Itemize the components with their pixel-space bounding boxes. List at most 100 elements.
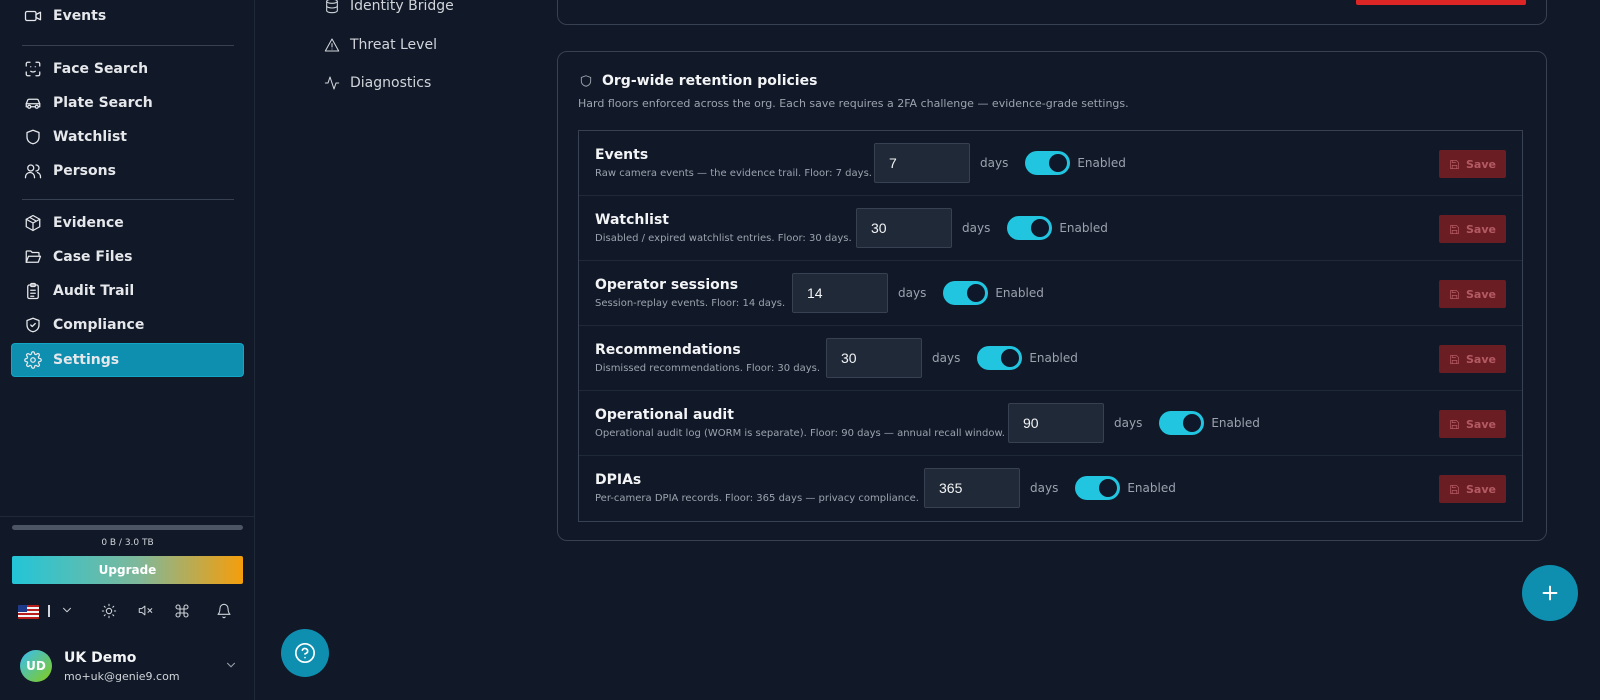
toggle-knob [1001, 349, 1020, 367]
theme-toggle[interactable] [101, 603, 117, 619]
save-button[interactable]: Save [1439, 345, 1506, 373]
subnav-item-threat-level[interactable]: Threat Level [324, 37, 437, 53]
days-label: days [932, 351, 961, 365]
nav-item-audit-trail[interactable]: Audit Trail [12, 275, 243, 307]
sun-icon [101, 603, 117, 619]
nav-item-label: Evidence [53, 215, 124, 231]
save-label: Save [1466, 222, 1496, 236]
days-label: days [1030, 481, 1059, 495]
toggle-knob [967, 284, 986, 302]
storage-progress-bar [12, 525, 243, 530]
days-label: days [980, 156, 1009, 170]
enabled-toggle[interactable] [977, 346, 1023, 370]
user-menu[interactable]: UD UK Demo mo+uk@genie9.com [20, 650, 238, 686]
save-label: Save [1466, 287, 1496, 301]
retention-days-input[interactable] [792, 273, 888, 313]
previous-settings-card [557, 0, 1547, 25]
warning-triangle-icon [324, 38, 340, 52]
nav-item-watchlist[interactable]: Watchlist [12, 121, 243, 153]
enabled-label: Enabled [1059, 221, 1108, 235]
subnav-item-diagnostics[interactable]: Diagnostics [324, 75, 431, 91]
command-palette-button[interactable] [174, 603, 190, 619]
retention-days-input[interactable] [874, 143, 970, 183]
gear-icon [24, 351, 42, 369]
save-button[interactable]: Save [1439, 280, 1506, 308]
row-name: Recommendations [595, 342, 741, 358]
danger-action-button[interactable] [1356, 0, 1526, 5]
nav-item-case-files[interactable]: Case Files [12, 241, 243, 273]
enabled-label: Enabled [1127, 481, 1176, 495]
card-title-text: Org-wide retention policies [602, 73, 818, 89]
save-button[interactable]: Save [1439, 475, 1506, 503]
row-name: Watchlist [595, 212, 669, 228]
retention-days-input[interactable] [1008, 403, 1104, 443]
toggle-knob [1049, 154, 1068, 172]
nav-item-face-search[interactable]: Face Search [12, 53, 243, 85]
card-description: Hard floors enforced across the org. Eac… [578, 97, 1129, 110]
row-description: Operational audit log (WORM is separate)… [595, 428, 1005, 439]
save-icon [1450, 289, 1459, 299]
nav-item-compliance[interactable]: Compliance [12, 309, 243, 341]
row-controls: days Enabled [1008, 403, 1260, 443]
subnav-item-identity-bridge[interactable]: Identity Bridge [324, 0, 454, 14]
car-icon [25, 98, 41, 109]
upgrade-button[interactable]: Upgrade [12, 556, 243, 584]
nav-item-persons[interactable]: Persons [12, 155, 243, 187]
days-label: days [962, 221, 991, 235]
retention-days-input[interactable] [924, 468, 1020, 508]
notifications-button[interactable] [216, 603, 232, 619]
face-scan-icon [25, 61, 41, 77]
help-circle-icon [295, 643, 315, 663]
enabled-toggle[interactable] [1159, 411, 1205, 435]
package-icon [25, 214, 41, 232]
nav-item-plate-search[interactable]: Plate Search [12, 87, 243, 119]
save-button[interactable]: Save [1439, 215, 1506, 243]
row-controls: days Enabled [874, 143, 1126, 183]
row-name: Operator sessions [595, 277, 739, 293]
sidebar-divider [0, 516, 255, 517]
us-flag-icon[interactable] [18, 605, 39, 619]
save-label: Save [1466, 352, 1496, 366]
nav-item-label: Audit Trail [53, 283, 135, 299]
nav-item-evidence[interactable]: Evidence [12, 207, 243, 239]
clipboard-list-icon [27, 282, 39, 300]
toggle-knob [1183, 414, 1202, 432]
nav-item-label: Settings [53, 352, 120, 368]
users-icon [24, 164, 42, 179]
save-button[interactable]: Save [1439, 410, 1506, 438]
nav-item-events[interactable]: Events [12, 0, 243, 32]
language-dropdown[interactable] [60, 603, 74, 617]
chevron-down-icon [63, 607, 71, 613]
help-button[interactable] [281, 629, 329, 677]
enabled-toggle[interactable] [1025, 151, 1071, 175]
save-icon [1450, 354, 1459, 364]
retention-row-dpias: DPIAs Per-camera DPIA records. Floor: 36… [579, 456, 1522, 521]
shield-icon [580, 75, 592, 87]
retention-days-input[interactable] [856, 208, 952, 248]
retention-row-operator-sessions: Operator sessions Session-replay events.… [579, 261, 1522, 326]
enabled-toggle[interactable] [943, 281, 989, 305]
enabled-toggle[interactable] [1007, 216, 1053, 240]
subnav-item-label: Diagnostics [350, 75, 432, 91]
language-separator [48, 605, 50, 617]
retention-policies-card: Org-wide retention policies Hard floors … [557, 51, 1547, 541]
save-icon [1450, 419, 1459, 429]
enabled-label: Enabled [995, 286, 1044, 300]
row-controls: days Enabled [924, 468, 1176, 508]
mute-toggle[interactable] [138, 603, 153, 618]
command-icon [175, 604, 189, 618]
row-controls: days Enabled [792, 273, 1044, 313]
enabled-toggle[interactable] [1075, 476, 1121, 500]
enabled-label: Enabled [1029, 351, 1078, 365]
row-controls: days Enabled [826, 338, 1078, 378]
save-button[interactable]: Save [1439, 150, 1506, 178]
nav-item-label: Watchlist [53, 129, 127, 145]
nav-item-label: Case Files [53, 249, 133, 265]
database-icon [326, 0, 338, 14]
retention-days-input[interactable] [826, 338, 922, 378]
add-button[interactable] [1522, 565, 1578, 621]
nav-item-settings[interactable]: Settings [12, 344, 243, 376]
bell-icon [217, 603, 231, 619]
avatar: UD [20, 650, 52, 682]
days-label: days [1114, 416, 1143, 430]
